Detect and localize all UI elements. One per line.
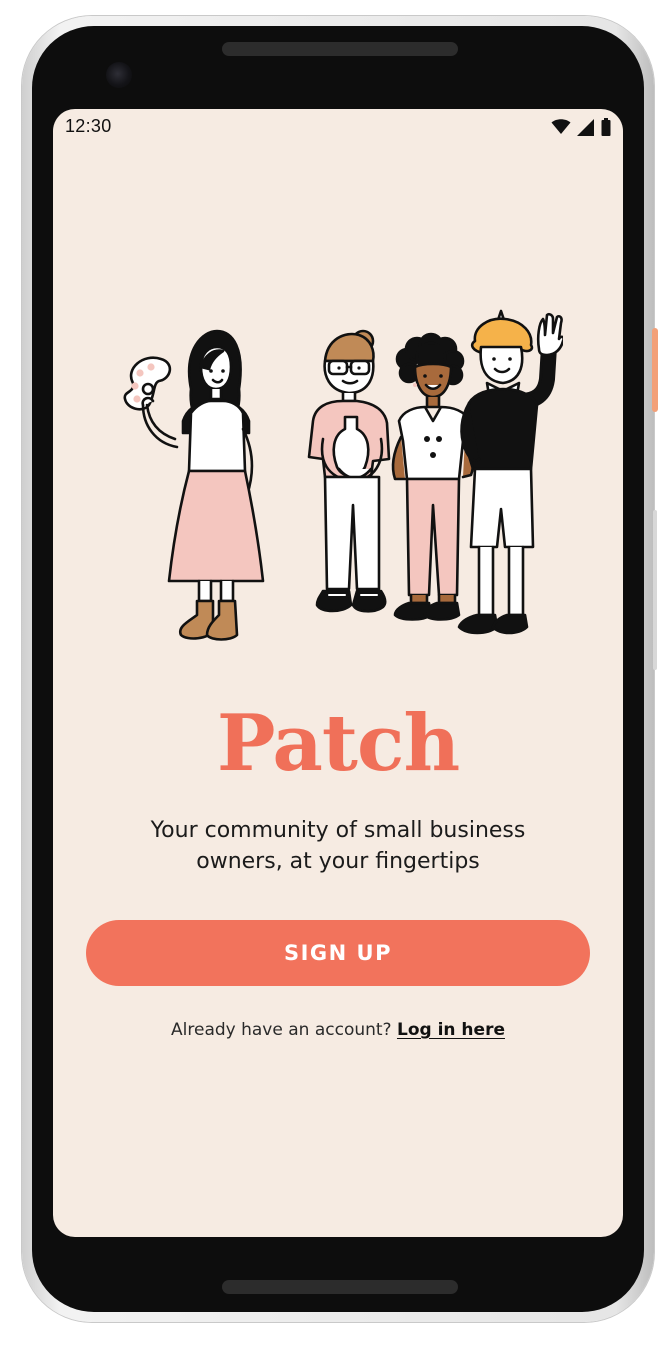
app-screen: 12:30 Patch Your community of small busi…	[53, 109, 623, 1237]
front-camera	[106, 62, 132, 88]
wifi-icon	[551, 119, 571, 134]
app-logo-wordmark: Patch	[216, 698, 460, 789]
potter-figure	[307, 329, 391, 613]
earpiece-speaker	[222, 42, 458, 56]
tagline-line-2: owners, at your fingertips	[196, 849, 480, 874]
login-prompt-row: Already have an account? Log in here	[53, 1020, 623, 1040]
volume-button	[653, 510, 657, 670]
status-time: 12:30	[65, 116, 112, 136]
cell-signal-icon	[577, 118, 594, 136]
power-button	[652, 328, 658, 412]
battery-icon	[601, 118, 611, 136]
status-bar: 12:30	[53, 109, 623, 145]
bottom-speaker	[222, 1280, 458, 1294]
four-small-business-owners-illustration	[123, 309, 563, 641]
tagline-line-1: Your community of small business	[150, 818, 526, 843]
sign-up-button[interactable]: SIGN UP	[86, 920, 590, 986]
maker-figure	[391, 332, 475, 621]
waving-figure	[457, 309, 563, 635]
login-prompt-text: Already have an account?	[171, 1020, 397, 1040]
log-in-link[interactable]: Log in here	[397, 1020, 505, 1040]
tagline: Your community of small business owners,…	[113, 815, 563, 877]
status-icons	[551, 117, 611, 137]
painter-figure	[123, 329, 265, 641]
